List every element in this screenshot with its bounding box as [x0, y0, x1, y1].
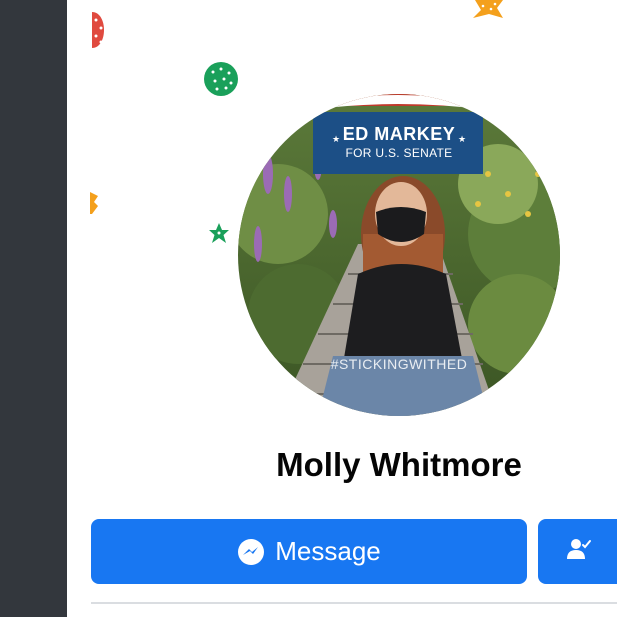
confetti-red-icon — [92, 12, 104, 48]
avatar-banner-subtitle: FOR U.S. SENATE — [345, 146, 453, 160]
message-button[interactable]: Message — [91, 519, 527, 584]
avatar-hashtag: #STICKINGWITHED — [330, 356, 468, 372]
section-divider — [91, 602, 617, 604]
friends-button[interactable] — [538, 519, 617, 584]
profile-picture[interactable]: ★ ★ ED MARKEY FOR U.S. SENATE #STICKINGW… — [238, 94, 560, 416]
person-check-icon — [564, 535, 592, 568]
avatar-banner-title: ED MARKEY — [342, 124, 456, 144]
message-button-label: Message — [275, 536, 381, 566]
confetti-small-orange-icon — [90, 192, 98, 214]
messenger-icon — [237, 538, 265, 566]
confetti-green-icon — [204, 62, 238, 96]
profile-name: Molly Whitmore — [276, 446, 522, 483]
confetti-orange-icon — [473, 0, 503, 18]
confetti-green-star-icon — [209, 223, 229, 243]
left-sidebar — [0, 0, 67, 617]
